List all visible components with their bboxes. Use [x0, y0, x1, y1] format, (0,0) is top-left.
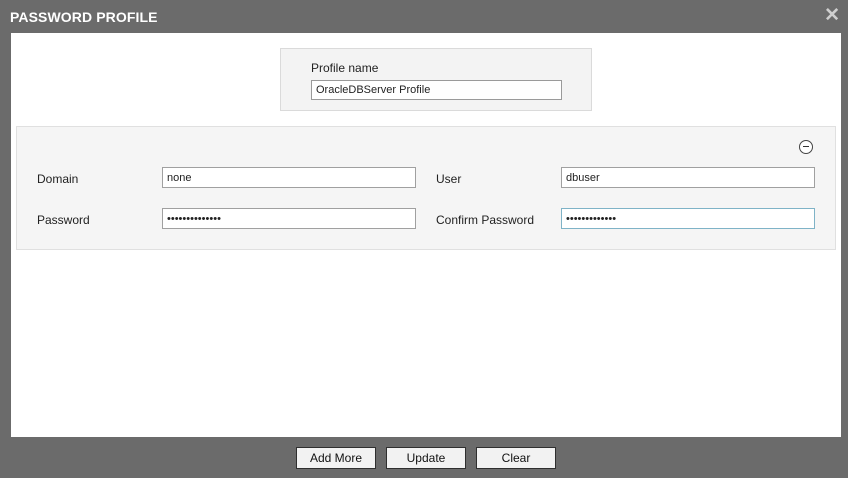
profile-name-label: Profile name — [311, 61, 379, 75]
credentials-section: Domain User Password Confirm Password — [16, 126, 836, 250]
user-label: User — [436, 172, 462, 186]
domain-label: Domain — [37, 172, 79, 186]
clear-button[interactable]: Clear — [476, 447, 556, 469]
password-profile-dialog: PASSWORD PROFILE ✕ Profile name Domain U… — [0, 0, 848, 478]
profile-name-input[interactable] — [311, 80, 562, 100]
domain-input[interactable] — [162, 167, 416, 188]
dialog-title: PASSWORD PROFILE — [10, 9, 158, 25]
profile-name-section: Profile name — [280, 48, 592, 111]
password-label: Password — [37, 213, 90, 227]
minus-circle-icon[interactable] — [799, 140, 813, 154]
update-button[interactable]: Update — [386, 447, 466, 469]
confirm-password-label: Confirm Password — [436, 213, 535, 227]
password-input[interactable] — [162, 208, 416, 229]
close-icon[interactable]: ✕ — [824, 6, 840, 26]
dialog-titlebar: PASSWORD PROFILE ✕ — [0, 0, 848, 33]
add-more-button[interactable]: Add More — [296, 447, 376, 469]
user-input[interactable] — [561, 167, 815, 188]
confirm-password-input[interactable] — [561, 208, 815, 229]
dialog-content: Profile name Domain User Password Confir… — [11, 33, 841, 437]
